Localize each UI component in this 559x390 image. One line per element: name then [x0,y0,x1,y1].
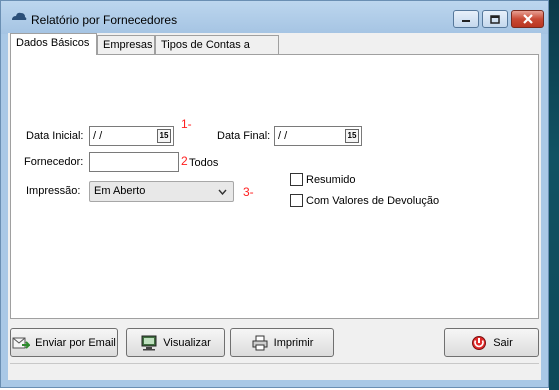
data-inicial-value: / / [93,130,103,142]
fornecedor-label: Fornecedor: [24,156,84,168]
minimize-button[interactable] [453,10,479,28]
impressao-selected-value: Em Aberto [94,185,146,197]
visualizar-button[interactable]: Visualizar [126,328,225,357]
visualizar-label: Visualizar [163,336,211,349]
todos-label: Todos [189,157,219,169]
calendar-icon[interactable]: 15 [345,129,359,143]
com-valores-devolucao-checkbox[interactable] [290,194,303,207]
sair-label: Sair [493,336,513,349]
status-bar [10,363,539,380]
tab-empresas[interactable]: Empresas [97,35,155,54]
impressao-label: Impressão: [26,185,81,197]
tab-dados-basicos[interactable]: Dados Básicos [10,33,97,55]
monitor-icon [141,335,157,350]
title-bar[interactable]: Relatório por Fornecedores [1,1,548,34]
close-button[interactable] [511,10,544,28]
annotation-2: 2 [181,154,188,168]
maximize-icon [490,14,500,24]
imprimir-label: Imprimir [273,336,314,349]
enviar-email-button[interactable]: Enviar por Email [10,328,118,357]
close-icon [522,14,533,24]
email-send-icon [12,337,31,349]
sair-button[interactable]: Sair [444,328,539,357]
annotation-1: 1- [181,117,192,131]
chevron-down-icon [218,182,227,202]
data-final-value: / / [278,130,288,142]
data-inicial-label: Data Inicial: [26,130,84,142]
printer-icon [252,335,268,350]
report-window: Relatório por Fornecedores Dados Básicos… [0,0,549,388]
tab-tipos-contas[interactable]: Tipos de Contas a Pagar [155,35,279,70]
cloud-icon [12,12,27,20]
impressao-select[interactable]: Em Aberto [89,181,234,202]
minimize-icon [462,20,470,22]
data-final-label: Data Final: [217,130,271,142]
data-inicial-field[interactable]: / / 15 [89,126,174,146]
com-valores-devolucao-label: Com Valores de Devolução [306,195,440,207]
resumido-checkbox[interactable] [290,173,303,186]
enviar-email-label: Enviar por Email [35,336,116,349]
window-title: Relatório por Fornecedores [31,13,178,27]
tab-panel-dados-basicos: Data Inicial: / / 15 1- Data Final: / / … [10,54,539,319]
calendar-icon[interactable]: 15 [157,129,171,143]
window-content: Dados Básicos Empresas Tipos de Contas a… [8,33,541,380]
annotation-3: 3- [243,185,254,199]
resumido-label: Resumido [306,174,356,186]
exit-icon [472,335,487,350]
data-final-field[interactable]: / / 15 [274,126,362,146]
desktop-background [549,0,559,390]
fornecedor-field[interactable] [89,152,179,172]
imprimir-button[interactable]: Imprimir [230,328,334,357]
maximize-button[interactable] [482,10,508,28]
